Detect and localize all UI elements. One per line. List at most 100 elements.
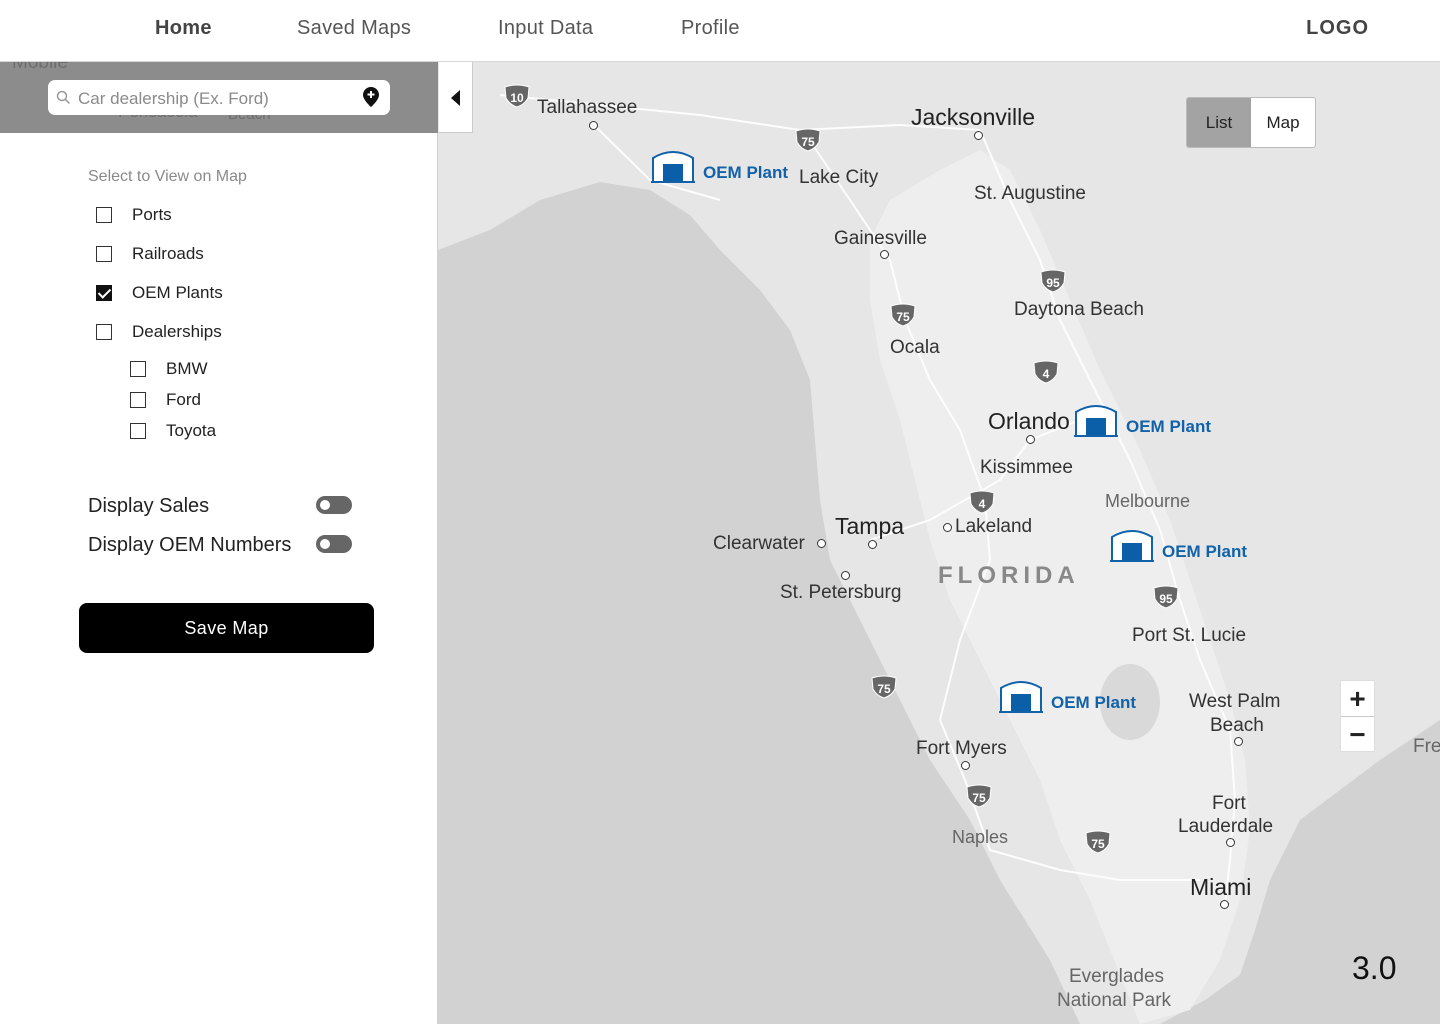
city-label-gainesville: Gainesville <box>834 228 927 249</box>
highway-number: 4 <box>1042 367 1050 381</box>
zoom-in-button[interactable]: + <box>1341 681 1374 717</box>
city-dot <box>841 571 850 580</box>
city-dot <box>1026 435 1035 444</box>
city-label-lakeland: Lakeland <box>955 516 1033 537</box>
nav-input-data[interactable]: Input Data <box>498 17 593 40</box>
city-label-naples: Naples <box>952 827 1009 847</box>
highway-number: 75 <box>896 310 910 324</box>
oem-plant-label: OEM Plant <box>1126 417 1212 436</box>
nav-saved-maps[interactable]: Saved Maps <box>297 17 411 40</box>
nav-home[interactable]: Home <box>155 17 212 40</box>
collapse-sidebar-button[interactable] <box>439 62 473 133</box>
oem-plants-checkbox[interactable] <box>96 285 112 301</box>
highway-number: 75 <box>972 791 986 805</box>
display-sales-toggle[interactable] <box>316 496 352 514</box>
filter-bmw[interactable]: BMW <box>130 359 208 379</box>
highway-shield: 75 <box>871 675 897 699</box>
display-sales-row: Display Sales <box>88 495 352 519</box>
logo[interactable]: LOGO <box>1306 17 1369 40</box>
city-dot <box>943 523 952 532</box>
city-dot <box>868 540 877 549</box>
city-label-lauderdale: Lauderdale <box>1178 816 1274 837</box>
city-dot <box>1226 838 1235 847</box>
state-label-florida: FLORIDA <box>938 562 1080 589</box>
city-label-everglades: Everglades <box>1069 966 1165 987</box>
city-label-national-park: National Park <box>1057 990 1172 1011</box>
oem-plants-label: OEM Plants <box>132 283 223 302</box>
map-view-button[interactable]: Map <box>1251 98 1315 147</box>
display-oem-numbers-toggle[interactable] <box>316 535 352 553</box>
oem-plant-marker[interactable]: OEM Plant <box>999 678 1136 714</box>
highway-number: 75 <box>877 682 891 696</box>
dealerships-checkbox[interactable] <box>96 324 112 340</box>
oem-plant-label: OEM Plant <box>1162 542 1248 561</box>
ford-label: Ford <box>166 390 201 409</box>
bmw-label: BMW <box>166 359 208 378</box>
search-icon <box>56 90 71 105</box>
city-dot <box>1220 900 1229 909</box>
ports-checkbox[interactable] <box>96 207 112 223</box>
city-dot <box>817 539 826 548</box>
city-label-freeport-partial: Fre <box>1413 736 1440 757</box>
highway-shield: 10 <box>504 84 530 108</box>
city-label-tallahassee: Tallahassee <box>537 97 638 118</box>
highway-number: 95 <box>1046 276 1060 290</box>
toyota-checkbox[interactable] <box>130 423 146 439</box>
oem-plant-marker[interactable]: OEM Plant <box>651 148 788 184</box>
oem-plant-label: OEM Plant <box>703 163 789 182</box>
factory-icon <box>1074 405 1118 437</box>
bmw-checkbox[interactable] <box>130 361 146 377</box>
display-oem-numbers-row: Display OEM Numbers <box>88 534 352 558</box>
highway-shield: 4 <box>1033 360 1059 384</box>
city-label-st-petersburg: St. Petersburg <box>780 582 902 603</box>
highway-number: 75 <box>801 135 815 149</box>
highway-number: 10 <box>510 91 524 105</box>
display-oem-numbers-label: Display OEM Numbers <box>88 534 292 556</box>
city-label-daytona-beach: Daytona Beach <box>1014 299 1144 320</box>
map-canvas[interactable]: 10 75 95 75 4 4 95 75 75 75 Tallahassee … <box>438 62 1440 1024</box>
search-box[interactable] <box>48 80 390 117</box>
city-dot <box>880 250 889 259</box>
factory-icon <box>651 151 695 183</box>
nav-profile[interactable]: Profile <box>681 17 740 40</box>
filter-oem-plants[interactable]: OEM Plants <box>96 283 223 303</box>
zoom-level-readout: 3.0 <box>1352 950 1397 986</box>
filter-dealerships[interactable]: Dealerships <box>96 322 222 342</box>
oem-plant-marker[interactable]: OEM Plant <box>1074 402 1211 438</box>
highway-number: 4 <box>978 497 986 511</box>
factory-icon <box>1110 530 1154 562</box>
add-location-pin-icon[interactable] <box>362 86 380 108</box>
oem-plant-marker[interactable]: OEM Plant <box>1110 527 1247 563</box>
city-label-lake-city: Lake City <box>799 167 879 188</box>
list-view-button[interactable]: List <box>1187 98 1251 147</box>
search-input[interactable] <box>76 80 360 117</box>
city-label-fort: Fort <box>1212 793 1246 814</box>
view-toggle: List Map <box>1186 97 1316 148</box>
oem-plant-label: OEM Plant <box>1051 693 1137 712</box>
city-label-west-palm: West Palm <box>1189 691 1281 712</box>
zoom-out-button[interactable]: − <box>1341 717 1374 752</box>
city-dot <box>589 121 598 130</box>
dealerships-label: Dealerships <box>132 322 222 341</box>
railroads-checkbox[interactable] <box>96 246 112 262</box>
highway-shield: 75 <box>1085 830 1111 854</box>
filter-ford[interactable]: Ford <box>130 390 201 410</box>
highway-shield: 75 <box>890 303 916 327</box>
highway-shield: 95 <box>1040 269 1066 293</box>
highway-shield: 75 <box>795 128 821 152</box>
city-label-st-augustine: St. Augustine <box>974 183 1086 204</box>
toyota-label: Toyota <box>166 421 217 440</box>
filter-toyota[interactable]: Toyota <box>130 421 216 441</box>
save-map-button[interactable]: Save Map <box>79 603 374 653</box>
filter-ports[interactable]: Ports <box>96 205 172 225</box>
highway-shield: 95 <box>1153 585 1179 609</box>
highway-shield: 75 <box>966 784 992 808</box>
city-label-port-st-lucie: Port St. Lucie <box>1132 625 1247 646</box>
display-sales-label: Display Sales <box>88 495 210 517</box>
map-label-mobile: Mobile <box>12 62 68 73</box>
ford-checkbox[interactable] <box>130 392 146 408</box>
filter-railroads[interactable]: Railroads <box>96 244 204 264</box>
city-label-miami: Miami <box>1190 874 1252 900</box>
city-dot <box>974 131 983 140</box>
ports-label: Ports <box>132 205 172 224</box>
